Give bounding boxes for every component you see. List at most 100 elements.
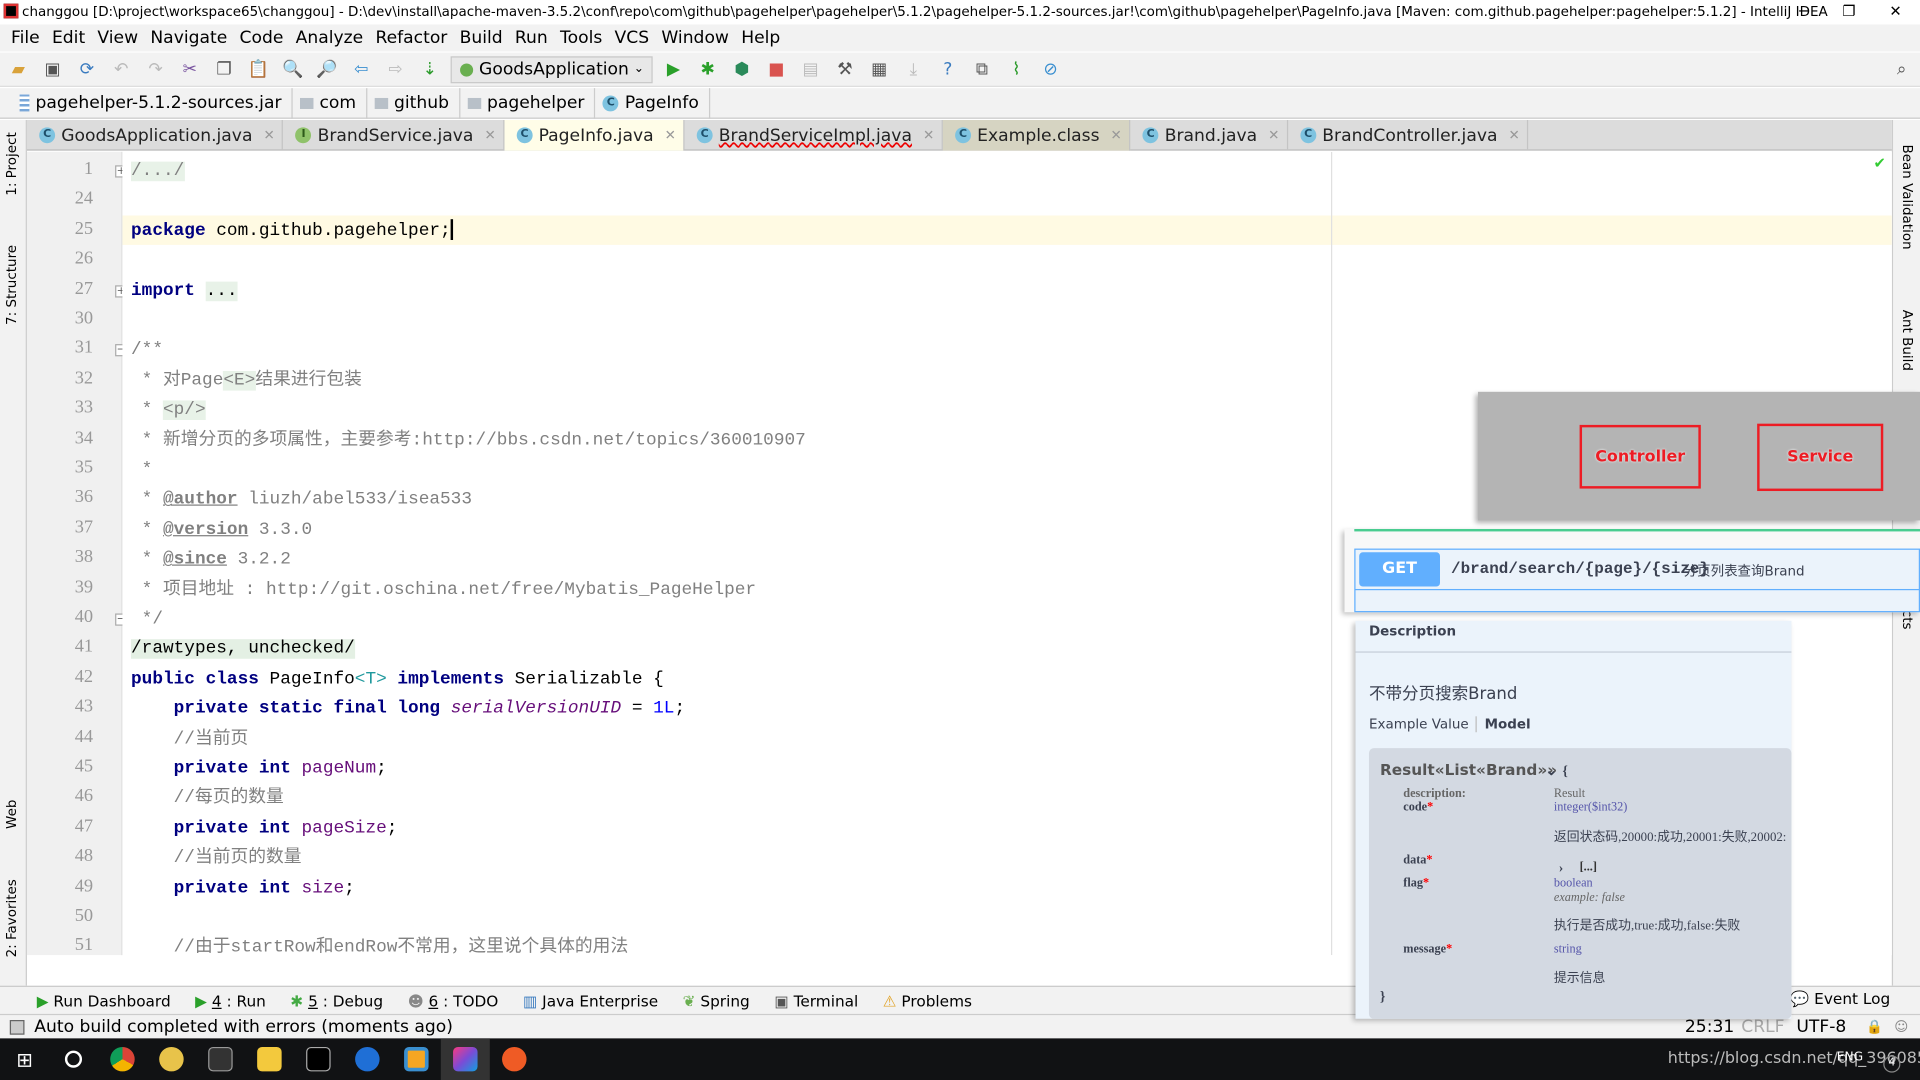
close-tab-icon[interactable]: ✕	[923, 127, 934, 143]
breadcrumb-item[interactable]: com	[293, 87, 368, 119]
menu-vcs[interactable]: VCS	[608, 28, 655, 48]
redo-icon[interactable]: ↷	[142, 56, 169, 83]
taskbar-postman[interactable]	[490, 1038, 539, 1080]
collapse-chevron-icon[interactable]: ⌄	[1545, 762, 1557, 780]
menu-view[interactable]: View	[91, 28, 144, 48]
cut-icon[interactable]: ✂	[176, 56, 203, 83]
menu-help[interactable]: Help	[735, 28, 786, 48]
search-everywhere-icon[interactable]: ⌕	[1888, 56, 1915, 83]
close-tab-icon[interactable]: ✕	[484, 127, 495, 143]
save-icon[interactable]: ▣	[39, 56, 66, 83]
vcs-icon[interactable]: ⧉	[969, 56, 996, 83]
tool-java-enterprise[interactable]: ▥ Java Enterprise	[523, 991, 658, 1009]
undo-icon[interactable]: ↶	[108, 56, 135, 83]
breadcrumb-item[interactable]: github	[367, 87, 461, 119]
taskbar-app-blue[interactable]	[343, 1038, 392, 1080]
restore-button[interactable]: ❐	[1827, 0, 1871, 23]
notification-count[interactable]: 4	[1883, 1055, 1901, 1073]
tab-example-value[interactable]: Example Value	[1369, 716, 1469, 732]
tool-run[interactable]: ▶ 4: Run	[195, 991, 266, 1009]
tool-bean-validation[interactable]: Bean Validation	[1899, 144, 1915, 249]
file-encoding[interactable]: UTF-8	[1796, 1017, 1846, 1037]
tool-ant-build[interactable]: Ant Build	[1899, 310, 1915, 371]
menu-window[interactable]: Window	[655, 28, 735, 48]
tab-example-class[interactable]: C Example.class ✕	[942, 120, 1131, 151]
menu-run[interactable]: Run	[509, 28, 554, 48]
inspector-icon[interactable]: ☺	[1894, 1019, 1908, 1035]
tool-web[interactable]: Web	[4, 800, 20, 829]
tool-todo[interactable]: ☻ 6: TODO	[408, 991, 499, 1009]
replace-icon[interactable]: 🔎	[313, 56, 340, 83]
menu-build[interactable]: Build	[453, 28, 508, 48]
menu-refactor[interactable]: Refactor	[369, 28, 453, 48]
event-log-button[interactable]: 💬 Event Log	[1790, 989, 1890, 1009]
taskbar-chrome[interactable]	[98, 1038, 147, 1080]
open-folder-icon[interactable]: ▰	[5, 56, 32, 83]
start-button[interactable]: ⊞	[0, 1038, 49, 1080]
taskbar-app-frame[interactable]	[392, 1038, 441, 1080]
menu-tools[interactable]: Tools	[554, 28, 608, 48]
download-icon[interactable]: ⤓	[900, 56, 927, 83]
minimize-button[interactable]: ─	[1782, 0, 1826, 23]
taskbar-explorer[interactable]	[245, 1038, 294, 1080]
tool-spring[interactable]: ❦ Spring	[683, 991, 750, 1009]
tab-brandserviceimpl-java[interactable]: C BrandServiceImpl.java ✕	[684, 120, 943, 151]
caret-position[interactable]: 25:31	[1685, 1017, 1734, 1037]
tab-goodsapplication-java[interactable]: C GoodsApplication.java ✕	[27, 120, 284, 151]
help-icon[interactable]: ?	[934, 56, 961, 83]
tool-terminal[interactable]: ▣ Terminal	[774, 991, 858, 1009]
taskbar-git[interactable]	[196, 1038, 245, 1080]
breadcrumb-item[interactable]: pagehelper	[460, 87, 596, 119]
find-icon[interactable]: 🔍	[279, 56, 306, 83]
copy-icon[interactable]: ❐	[211, 56, 238, 83]
tab-model[interactable]: Model	[1485, 716, 1531, 732]
status-toggle-icon[interactable]	[9, 1019, 25, 1035]
lock-icon[interactable]: 🔒	[1866, 1019, 1883, 1035]
line-separator[interactable]: CRLF	[1741, 1017, 1784, 1037]
menu-analyze[interactable]: Analyze	[290, 28, 370, 48]
menu-navigate[interactable]: Navigate	[144, 28, 233, 48]
stop-icon[interactable]: ■	[763, 56, 790, 83]
no-entry-icon[interactable]: ⊘	[1037, 56, 1064, 83]
tool-project[interactable]: 1: Project	[4, 132, 20, 195]
project-structure-icon[interactable]: ⚒	[831, 56, 858, 83]
taskbar-cmd[interactable]	[294, 1038, 343, 1080]
tab-brand-java[interactable]: C Brand.java ✕	[1130, 120, 1289, 151]
paste-icon[interactable]: 📋	[245, 56, 272, 83]
menu-edit[interactable]: Edit	[46, 28, 91, 48]
tool-maven-projects[interactable]: cts	[1899, 610, 1915, 630]
menu-file[interactable]: File	[5, 28, 46, 48]
close-tab-icon[interactable]: ✕	[1268, 127, 1279, 143]
tool-warning[interactable]: ⚠ Problems	[883, 991, 972, 1009]
debug-icon[interactable]: ✱	[694, 56, 721, 83]
close-window-button[interactable]: ✕	[1873, 0, 1917, 23]
run-configuration-select[interactable]: ● GoodsApplication ⌄	[450, 55, 653, 83]
sdk-icon[interactable]: ▦	[866, 56, 893, 83]
field-type[interactable]: [...]	[1580, 861, 1597, 874]
coverage-icon[interactable]: ⬢	[729, 56, 756, 83]
back-icon[interactable]: ⇦	[348, 56, 375, 83]
tab-brandcontroller-java[interactable]: C BrandController.java ✕	[1288, 120, 1529, 151]
run-icon[interactable]: ▶	[660, 56, 687, 83]
build-artifact-icon[interactable]: ▤	[797, 56, 824, 83]
close-tab-icon[interactable]: ✕	[665, 127, 676, 143]
tab-brandservice-java[interactable]: I BrandService.java ✕	[283, 120, 505, 151]
tool-favorites[interactable]: 2: Favorites	[4, 879, 20, 957]
tool-debug[interactable]: ✱ 5: Debug	[290, 991, 383, 1009]
input-language[interactable]: ENG	[1837, 1051, 1863, 1064]
menu-code[interactable]: Code	[233, 28, 289, 48]
tool-run-dashboard[interactable]: ▶ Run Dashboard	[37, 991, 171, 1009]
taskbar-intellij[interactable]	[440, 1038, 490, 1080]
tool-structure[interactable]: 7: Structure	[4, 245, 20, 325]
close-tab-icon[interactable]: ✕	[263, 127, 274, 143]
tab-pageinfo-java[interactable]: C PageInfo.java ✕	[504, 120, 685, 151]
sync-icon[interactable]: ⟳	[73, 56, 100, 83]
close-tab-icon[interactable]: ✕	[1111, 127, 1122, 143]
breadcrumb-item[interactable]: pagehelper-5.1.2-sources.jar	[12, 87, 293, 119]
endpoint-row[interactable]: GET /brand/search/{page}/{size} 分页列表查询Br…	[1354, 548, 1920, 613]
build-icon[interactable]: ⇣	[416, 56, 443, 83]
breadcrumb-item[interactable]: C PageInfo	[595, 87, 710, 119]
cortana-button[interactable]	[49, 1038, 98, 1080]
taskbar-app-yellow[interactable]	[147, 1038, 196, 1080]
expand-chevron-icon[interactable]: ›	[1559, 861, 1563, 876]
